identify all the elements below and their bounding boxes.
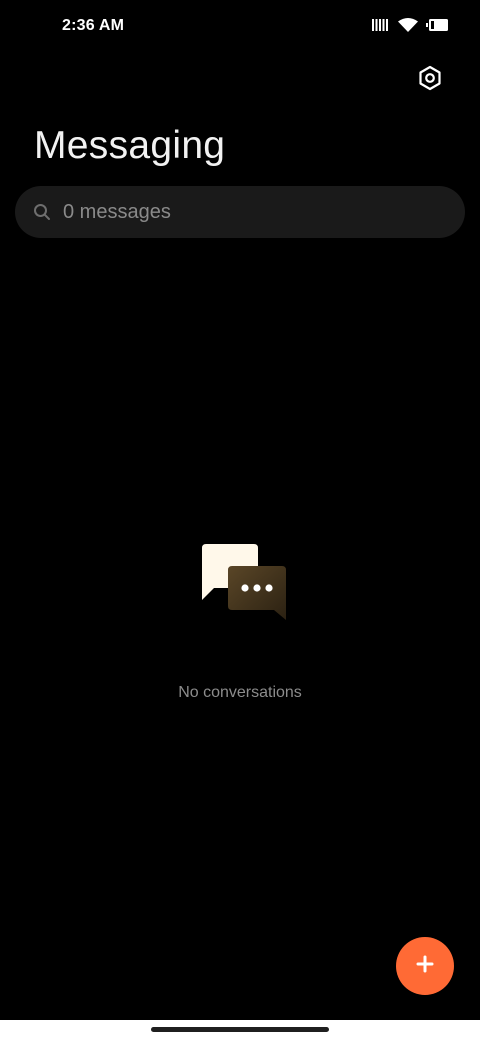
home-indicator[interactable] — [151, 1027, 329, 1032]
signal-icon — [372, 18, 390, 32]
search-input[interactable] — [63, 200, 423, 224]
battery-icon — [426, 18, 448, 32]
chat-bubbles-icon — [192, 540, 288, 626]
wifi-icon — [398, 18, 418, 32]
plus-icon — [415, 954, 435, 979]
settings-button[interactable] — [416, 65, 444, 96]
search-icon — [33, 203, 51, 221]
navigation-bar — [0, 1020, 480, 1040]
status-time: 2:36 AM — [62, 17, 125, 34]
search-box[interactable] — [15, 186, 465, 238]
status-bar: 2:36 AM — [0, 0, 480, 56]
page-title: Messaging — [34, 124, 226, 167]
status-icons — [372, 18, 448, 32]
empty-state: No conversations — [0, 540, 480, 702]
empty-state-text: No conversations — [178, 684, 302, 701]
new-conversation-button[interactable] — [396, 937, 454, 995]
settings-hexagon-icon — [417, 65, 443, 96]
